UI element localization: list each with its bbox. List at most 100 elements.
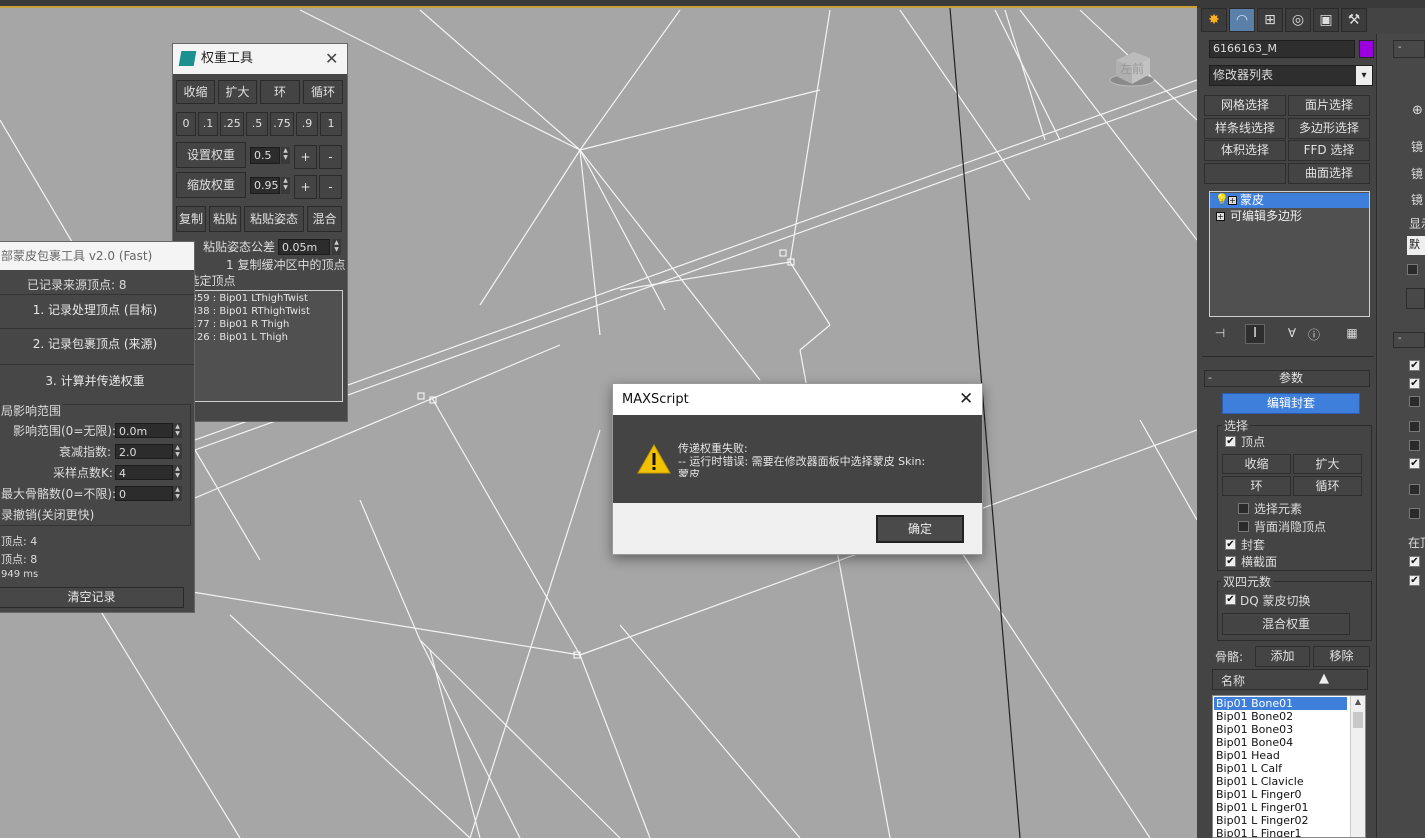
motion-tab-icon[interactable]: ◎ bbox=[1285, 8, 1311, 32]
weight-plus-button[interactable]: + bbox=[294, 145, 317, 169]
side-checkbox[interactable] bbox=[1409, 484, 1420, 495]
record-target-button[interactable]: 1. 记录处理顶点 (目标) bbox=[0, 296, 191, 326]
side-checkbox[interactable]: ✔ bbox=[1409, 458, 1420, 469]
undo-label[interactable]: 录撤销(关闭更快) bbox=[1, 506, 94, 523]
backface-cull-checkbox[interactable] bbox=[1238, 521, 1249, 532]
bone-list-header[interactable]: 名称 ▲ bbox=[1212, 669, 1368, 690]
configure-sets-icon[interactable]: ▦ bbox=[1343, 326, 1361, 342]
preset-button[interactable]: .75 bbox=[270, 112, 294, 136]
set-weight-input[interactable]: 0.5 bbox=[250, 147, 280, 164]
lightbulb-icon[interactable]: 💡 bbox=[1215, 193, 1229, 206]
view-cube[interactable]: 左前 bbox=[1108, 44, 1156, 88]
paste-button[interactable]: 粘贴 bbox=[209, 206, 241, 232]
bone-list-item[interactable]: Bip01 Bone04 bbox=[1214, 736, 1347, 749]
ring-button[interactable]: 环 bbox=[1222, 476, 1291, 496]
list-item[interactable]: 0.177 : Bip01 R Thigh bbox=[181, 318, 339, 331]
scale-plus-button[interactable]: + bbox=[294, 175, 317, 199]
shrink-button[interactable]: 收缩 bbox=[1222, 454, 1291, 474]
expand-icon[interactable]: + bbox=[1228, 196, 1237, 205]
spinner-arrows[interactable]: ▲ ▼ bbox=[332, 239, 341, 255]
mod-button[interactable]: 网格选择 bbox=[1204, 95, 1286, 116]
compute-transfer-button[interactable]: 3. 计算并传递权重 bbox=[0, 367, 191, 397]
side-checkbox[interactable] bbox=[1409, 508, 1420, 519]
make-unique-icon[interactable]: ∀ bbox=[1283, 326, 1301, 342]
spinner-arrows[interactable]: ▲ ▼ bbox=[281, 147, 290, 164]
spinner-arrows[interactable]: ▲ ▼ bbox=[173, 465, 182, 480]
bone-list-item[interactable]: Bip01 Bone01 bbox=[1214, 697, 1347, 710]
list-item[interactable]: 0.359 : Bip01 LThighTwist bbox=[181, 292, 339, 305]
ok-button[interactable]: 确定 bbox=[876, 515, 964, 543]
rollout-collapse[interactable]: - bbox=[1393, 40, 1425, 58]
object-color-swatch[interactable] bbox=[1359, 40, 1374, 58]
bone-list-item[interactable]: Bip01 Head bbox=[1214, 749, 1347, 762]
side-button[interactable] bbox=[1406, 288, 1425, 309]
blend-button[interactable]: 混合 bbox=[307, 206, 342, 232]
add-bone-button[interactable]: 添加 bbox=[1255, 646, 1310, 667]
pin-stack-icon[interactable]: ⊣ bbox=[1209, 326, 1231, 342]
loop-button[interactable]: 循环 bbox=[303, 80, 343, 104]
scale-weight-input[interactable]: 0.95 bbox=[250, 177, 280, 194]
copy-button[interactable]: 复制 bbox=[176, 206, 206, 232]
stack-item-skin[interactable]: 💡 + 蒙皮 bbox=[1210, 193, 1369, 208]
set-weight-button[interactable]: 设置权重 bbox=[176, 142, 246, 168]
object-name-field[interactable]: 6166163_M bbox=[1209, 40, 1355, 58]
range-input[interactable]: 0.0m bbox=[115, 423, 173, 438]
side-checkbox[interactable] bbox=[1409, 440, 1420, 451]
preset-button[interactable]: .25 bbox=[220, 112, 244, 136]
bone-list-item[interactable]: Bip01 L Finger01 bbox=[1214, 801, 1347, 814]
preset-button[interactable]: .5 bbox=[246, 112, 268, 136]
tool-icon[interactable]: ⊕ bbox=[1412, 103, 1423, 118]
utilities-tab-icon[interactable]: ⚒ bbox=[1341, 8, 1367, 32]
bone-list[interactable]: Bip01 Bone01 Bip01 Bone02 Bip01 Bone03 B… bbox=[1212, 695, 1366, 838]
remove-modifier-icon[interactable]: ⓘ bbox=[1305, 326, 1323, 342]
mod-button[interactable]: 面片选择 bbox=[1288, 95, 1370, 116]
modifier-stack[interactable]: 💡 + 蒙皮 + 可编辑多边形 bbox=[1209, 191, 1370, 317]
envelopes-checkbox[interactable]: ✔ bbox=[1225, 539, 1236, 550]
show-end-result-icon[interactable]: I bbox=[1245, 324, 1265, 344]
remove-bone-button[interactable]: 移除 bbox=[1313, 646, 1370, 667]
mod-button[interactable] bbox=[1204, 163, 1286, 184]
vertices-checkbox[interactable]: ✔ bbox=[1225, 436, 1236, 447]
bone-list-item[interactable]: Bip01 Bone02 bbox=[1214, 710, 1347, 723]
preset-button[interactable]: 1 bbox=[320, 112, 342, 136]
samples-input[interactable]: 4 bbox=[115, 465, 173, 480]
paste-pose-button[interactable]: 粘贴姿态 bbox=[244, 206, 304, 232]
sort-ascending-icon[interactable]: ▲ bbox=[1319, 671, 1329, 686]
weight-list[interactable]: 0.359 : Bip01 LThighTwist 0.338 : Bip01 … bbox=[177, 290, 343, 402]
edit-envelopes-button[interactable]: 编辑封套 bbox=[1222, 393, 1360, 414]
dq-toggle-checkbox[interactable]: ✔ bbox=[1225, 594, 1236, 605]
bone-list-item[interactable]: Bip01 L Calf bbox=[1214, 762, 1347, 775]
bone-list-item[interactable]: Bip01 L Finger0 bbox=[1214, 788, 1347, 801]
create-tab-icon[interactable]: ✸ bbox=[1201, 8, 1227, 32]
decay-input[interactable]: 2.0 bbox=[115, 444, 173, 459]
scale-minus-button[interactable]: - bbox=[319, 175, 342, 199]
close-icon[interactable]: ✕ bbox=[959, 384, 973, 415]
bone-list-item[interactable]: Bip01 L Finger1 bbox=[1214, 827, 1347, 837]
mod-button[interactable]: 曲面选择 bbox=[1288, 163, 1370, 184]
bone-list-item[interactable]: Bip01 L Clavicle bbox=[1214, 775, 1347, 788]
close-icon[interactable]: ✕ bbox=[325, 44, 338, 74]
side-checkbox[interactable]: ✔ bbox=[1409, 378, 1420, 389]
hierarchy-tab-icon[interactable]: ⊞ bbox=[1257, 8, 1283, 32]
list-item[interactable]: 0.338 : Bip01 RThighTwist bbox=[181, 305, 339, 318]
spinner-arrows[interactable]: ▲ ▼ bbox=[281, 177, 290, 194]
modifier-list-dropdown[interactable]: 修改器列表 ▾ bbox=[1209, 65, 1373, 86]
bone-list-item[interactable]: Bip01 L Finger02 bbox=[1214, 814, 1347, 827]
mod-button[interactable]: 体积选择 bbox=[1204, 140, 1286, 161]
record-source-button[interactable]: 2. 记录包裹顶点 (来源) bbox=[0, 330, 191, 360]
scroll-thumb[interactable] bbox=[1353, 712, 1363, 728]
mod-button[interactable]: 样条线选择 bbox=[1204, 118, 1286, 139]
params-rollout-header[interactable]: - 参数 bbox=[1204, 370, 1370, 387]
spinner-arrows[interactable]: ▲ ▼ bbox=[173, 486, 182, 501]
side-checkbox[interactable] bbox=[1409, 421, 1420, 432]
maxbones-input[interactable]: 0 bbox=[115, 486, 173, 501]
side-dropdown[interactable]: 默认 bbox=[1407, 236, 1425, 255]
preset-button[interactable]: 0 bbox=[176, 112, 196, 136]
side-checkbox[interactable] bbox=[1407, 264, 1418, 275]
spinner-arrows[interactable]: ▲ ▼ bbox=[173, 444, 182, 459]
chevron-down-icon[interactable]: ▾ bbox=[1356, 66, 1372, 85]
paste-tolerance-input[interactable]: 0.05m bbox=[278, 239, 330, 255]
mod-button[interactable]: FFD 选择 bbox=[1288, 140, 1370, 161]
shrink-button[interactable]: 收缩 bbox=[176, 80, 215, 104]
scale-weight-button[interactable]: 缩放权重 bbox=[176, 172, 246, 198]
